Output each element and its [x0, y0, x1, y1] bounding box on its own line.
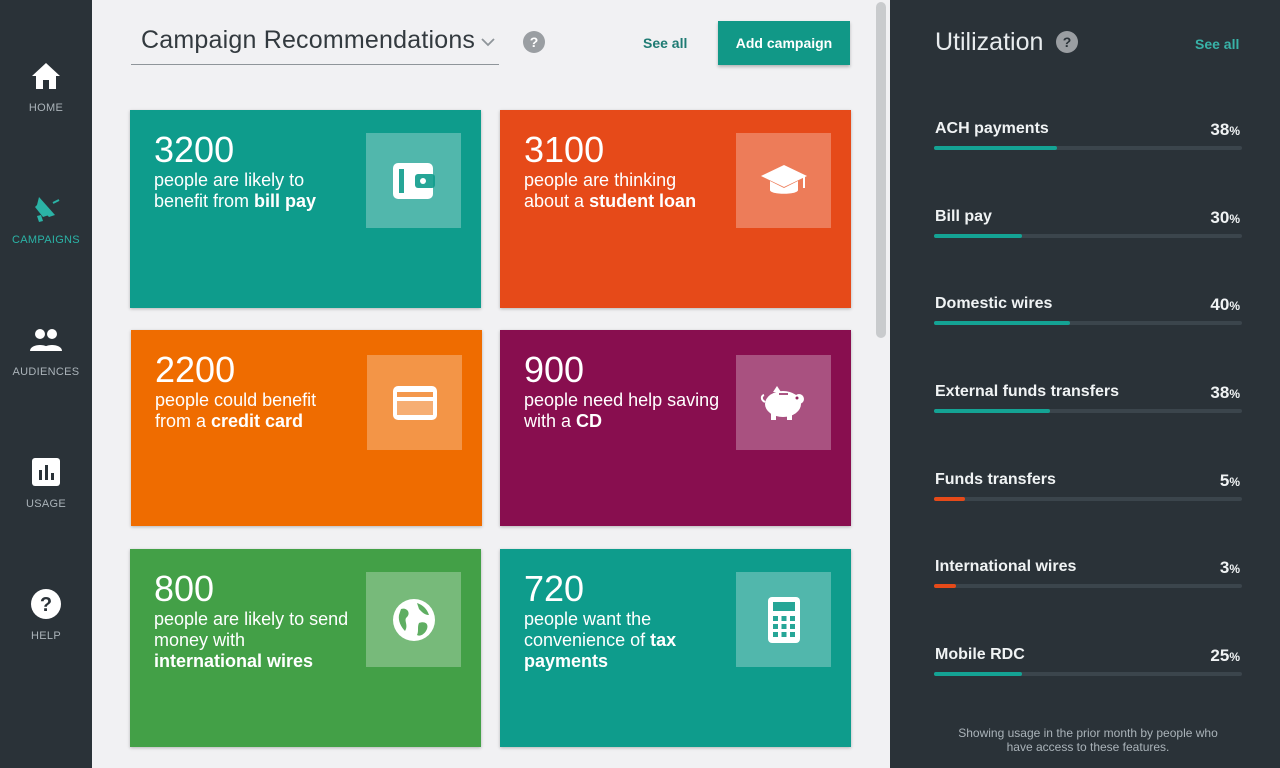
card-count: 900	[524, 349, 585, 390]
utilization-bar-fill	[934, 497, 965, 501]
help-icon: ?	[28, 586, 64, 622]
card-description: people are likely to benefit from bill p…	[154, 170, 317, 211]
utilization-row-domestic-wires: Domestic wires 40%	[934, 295, 1242, 335]
campaign-card-international-wires[interactable]: 800 people are likely to send money with…	[130, 549, 481, 747]
nav-item-campaigns[interactable]: CAMPAIGNS	[0, 190, 92, 270]
nav-label-audiences: AUDIENCES	[12, 366, 80, 378]
campaign-select-value: Campaign Recommendations	[141, 26, 476, 54]
svg-text:?: ?	[40, 594, 52, 616]
wallet-icon	[366, 133, 461, 228]
utilization-bar-fill	[934, 321, 1070, 325]
sidebar-nav: HOME CAMPAIGNS AUDIENCES USAGE ? HELP	[0, 0, 92, 768]
utilization-help-icon[interactable]: ?	[1056, 31, 1078, 53]
utilization-row-funds-transfers: Funds transfers 5%	[934, 471, 1242, 511]
card-count: 720	[524, 568, 585, 609]
calculator-icon	[736, 572, 831, 667]
main-content: Campaign Recommendations ? See all Add c…	[92, 0, 890, 768]
people-icon	[28, 322, 64, 358]
card-count: 2200	[155, 349, 236, 390]
nav-item-home[interactable]: HOME	[0, 58, 92, 138]
utilization-row-external-funds-transfers: External funds transfers 38%	[934, 383, 1242, 423]
credit-card-icon	[367, 355, 462, 450]
card-count: 3100	[524, 129, 605, 170]
campaign-card-tax-payments[interactable]: 720 people want the convenience of tax p…	[500, 549, 851, 747]
utilization-value: 40%	[1210, 295, 1240, 314]
utilization-label: Funds transfers	[935, 471, 1056, 488]
home-icon	[28, 58, 64, 94]
card-count: 800	[154, 568, 215, 609]
graduation-cap-icon	[736, 133, 831, 228]
nav-label-usage: USAGE	[25, 498, 66, 510]
utilization-row-ach-payments: ACH payments 38%	[934, 120, 1242, 160]
scrollbar-thumb[interactable]	[876, 2, 886, 338]
utilization-bar	[934, 584, 1242, 588]
megaphone-icon	[28, 190, 64, 226]
card-description: people need help saving with a CD	[524, 390, 720, 431]
utilization-bar-fill	[934, 584, 956, 588]
card-description: people are likely to send money with int…	[154, 609, 349, 671]
utilization-panel: Utilization ? See all ACH payments 38% B…	[890, 0, 1280, 768]
nav-item-usage[interactable]: USAGE	[0, 454, 92, 534]
campaign-card-credit-card[interactable]: 2200 people could benefit from a credit …	[131, 330, 482, 526]
utilization-bar-fill	[934, 146, 1058, 150]
utilization-value: 5%	[1219, 471, 1240, 490]
utilization-bar	[934, 146, 1242, 150]
bar-chart-icon	[28, 454, 64, 490]
card-description: people want the convenience of tax payme…	[524, 609, 677, 671]
nav-label-home: HOME	[28, 102, 64, 114]
utilization-label: Mobile RDC	[935, 646, 1025, 663]
utilization-bar	[934, 234, 1242, 238]
utilization-footnote: Showing usage in the prior month by peop…	[958, 726, 1218, 754]
utilization-label: ACH payments	[935, 120, 1049, 137]
globe-icon	[366, 572, 461, 667]
campaign-card-student-loan[interactable]: 3100 people are thinking about a student…	[500, 110, 851, 308]
nav-item-help[interactable]: ? HELP	[0, 586, 92, 666]
campaigns-help-icon[interactable]: ?	[523, 31, 545, 53]
card-description: people could benefit from a credit card	[155, 390, 317, 431]
nav-item-audiences[interactable]: AUDIENCES	[0, 322, 92, 402]
utilization-bar	[934, 672, 1242, 676]
utilization-bar-fill	[934, 672, 1022, 676]
utilization-row-bill-pay: Bill pay 30%	[934, 208, 1242, 248]
nav-label-campaigns: CAMPAIGNS	[12, 234, 80, 246]
utilization-row-international-wires: International wires 3%	[934, 558, 1242, 598]
utilization-value: 30%	[1210, 208, 1240, 227]
chevron-down-icon	[481, 34, 495, 52]
see-all-campaigns-link[interactable]: See all	[643, 35, 687, 51]
utilization-value: 38%	[1210, 383, 1240, 402]
utilization-bar-fill	[934, 409, 1050, 413]
utilization-label: External funds transfers	[935, 383, 1120, 400]
card-count: 3200	[154, 129, 235, 170]
utilization-bar	[934, 497, 1242, 501]
piggy-bank-icon	[736, 355, 831, 450]
utilization-label: Domestic wires	[935, 295, 1053, 312]
card-description: people are thinking about a student loan	[524, 170, 697, 211]
utilization-value: 38%	[1210, 120, 1240, 139]
utilization-label: International wires	[935, 558, 1077, 575]
utilization-row-mobile-rdc: Mobile RDC 25%	[934, 646, 1242, 686]
campaign-card-bill-pay[interactable]: 3200 people are likely to benefit from b…	[130, 110, 481, 308]
nav-label-help: HELP	[31, 630, 61, 642]
add-campaign-button[interactable]: Add campaign	[718, 21, 850, 65]
utilization-value: 25%	[1210, 646, 1240, 665]
campaign-card-cd[interactable]: 900 people need help saving with a CD	[500, 330, 851, 526]
utilization-bar-fill	[934, 234, 1022, 238]
utilization-bar	[934, 321, 1242, 325]
utilization-value: 3%	[1219, 558, 1240, 577]
utilization-bar	[934, 409, 1242, 413]
utilization-title: Utilization	[935, 28, 1044, 56]
utilization-label: Bill pay	[935, 208, 992, 225]
campaign-type-select[interactable]: Campaign Recommendations	[131, 20, 499, 65]
see-all-utilization-link[interactable]: See all	[1195, 36, 1239, 52]
